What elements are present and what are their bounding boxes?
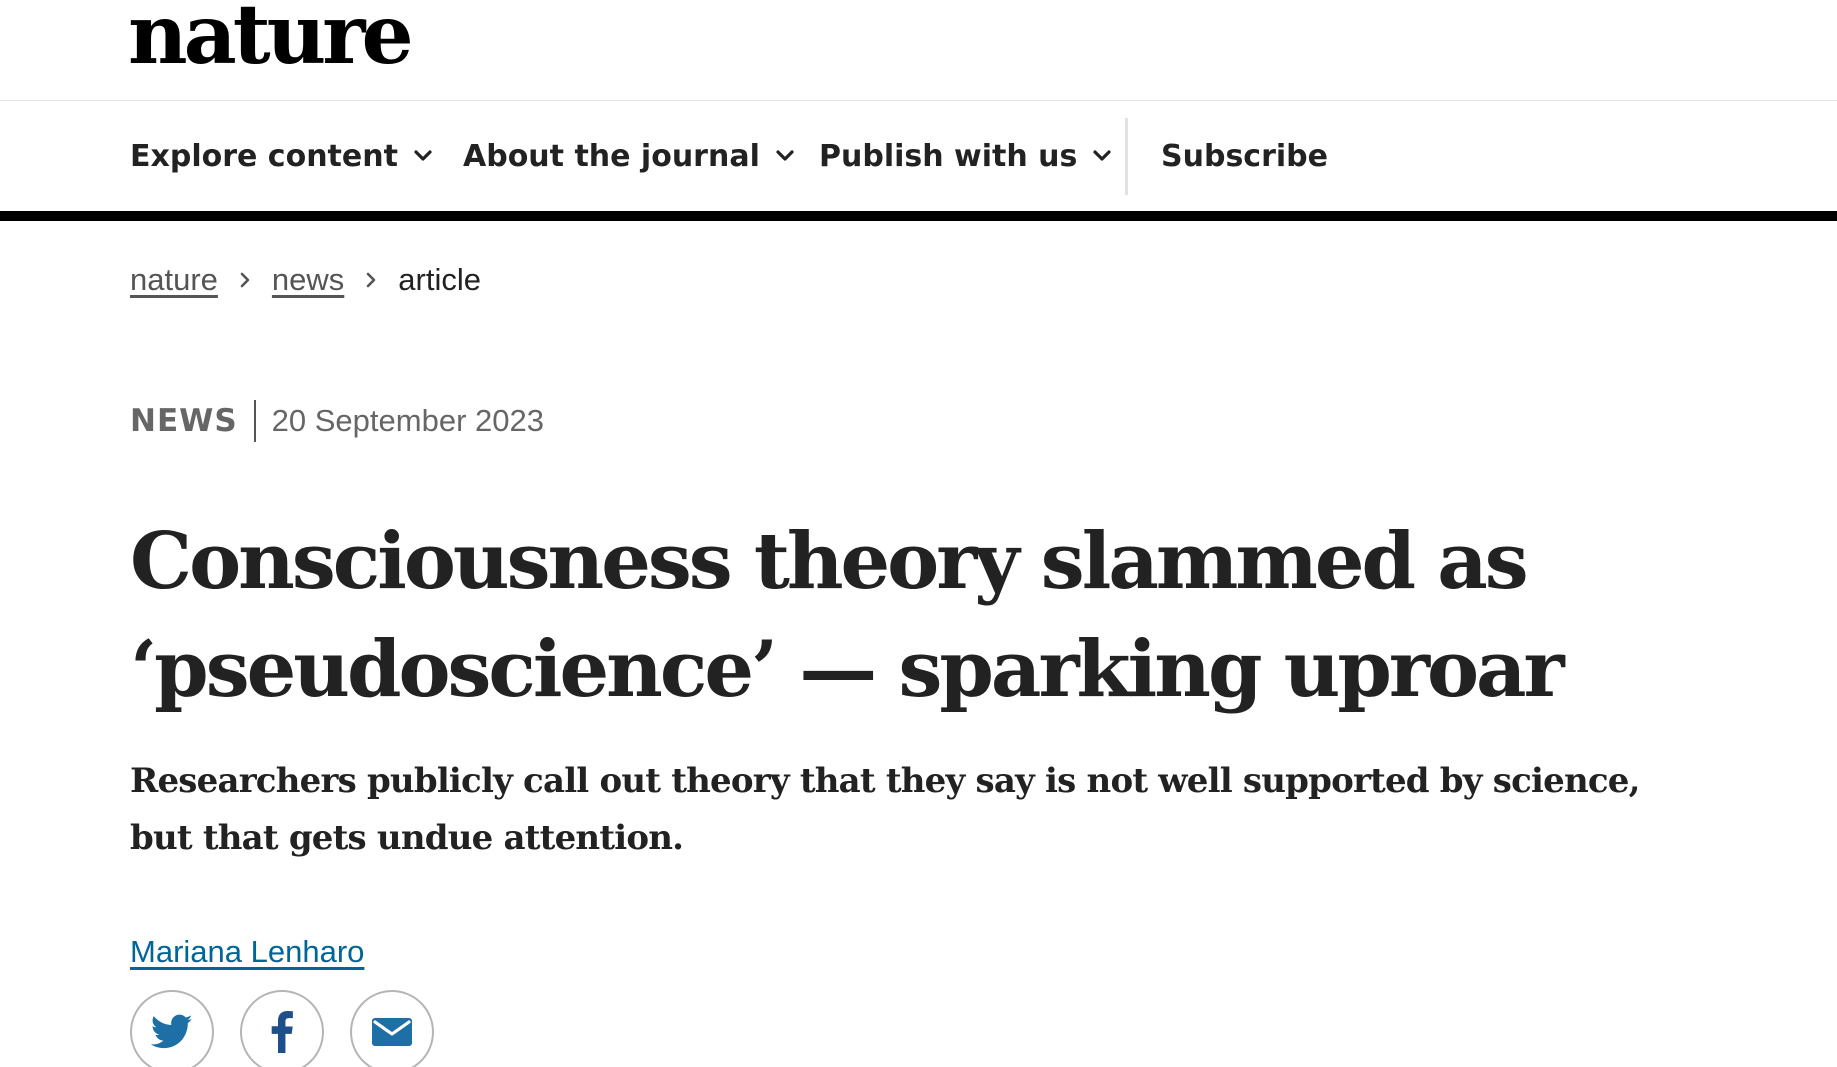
article-date: 20 September 2023 xyxy=(271,403,544,438)
article-title: Consciousness theory slammed as ‘pseudos… xyxy=(130,516,1565,715)
share-email-button[interactable] xyxy=(350,990,434,1067)
main-nav: Explore content About the journal Publis… xyxy=(0,101,1837,211)
page: nature Explore content About the journal… xyxy=(0,0,1837,1067)
nav-bottom-rule xyxy=(0,211,1837,221)
chevron-down-icon xyxy=(776,150,794,161)
nav-item-label: Publish with us xyxy=(819,138,1078,174)
facebook-icon xyxy=(271,1011,293,1053)
breadcrumb-link-nature[interactable]: nature xyxy=(130,262,218,298)
chevron-down-icon xyxy=(1093,150,1112,161)
nav-subscribe[interactable]: Subscribe xyxy=(1161,101,1328,211)
article-standfirst: Researchers publicly call out theory tha… xyxy=(130,761,1640,858)
chevron-down-icon xyxy=(414,150,432,161)
nav-divider xyxy=(1125,118,1128,195)
nav-about-the-journal[interactable]: About the journal xyxy=(463,101,796,211)
breadcrumb-link-news[interactable]: news xyxy=(272,262,344,298)
article-type: NEWS xyxy=(130,403,238,439)
share-twitter-button[interactable] xyxy=(130,990,214,1067)
nav-item-label: Explore content xyxy=(130,138,398,174)
masthead: nature xyxy=(0,0,1837,101)
nav-publish-with-us[interactable]: Publish with us xyxy=(819,101,1113,211)
meta-divider xyxy=(253,400,256,442)
subscribe-label: Subscribe xyxy=(1161,138,1328,174)
author-link[interactable]: Mariana Lenharo xyxy=(130,934,364,970)
share-buttons xyxy=(130,990,434,1067)
article-meta: NEWS 20 September 2023 xyxy=(130,398,544,444)
nature-logo[interactable]: nature xyxy=(128,0,414,76)
twitter-icon xyxy=(151,1014,193,1049)
nav-item-label: About the journal xyxy=(463,138,760,174)
breadcrumb: nature news article xyxy=(130,258,481,302)
email-icon xyxy=(372,1018,412,1046)
nav-explore-content[interactable]: Explore content xyxy=(130,101,434,211)
share-facebook-button[interactable] xyxy=(240,990,324,1067)
chevron-right-icon xyxy=(366,272,376,288)
breadcrumb-current: article xyxy=(398,262,481,297)
chevron-right-icon xyxy=(240,272,250,288)
